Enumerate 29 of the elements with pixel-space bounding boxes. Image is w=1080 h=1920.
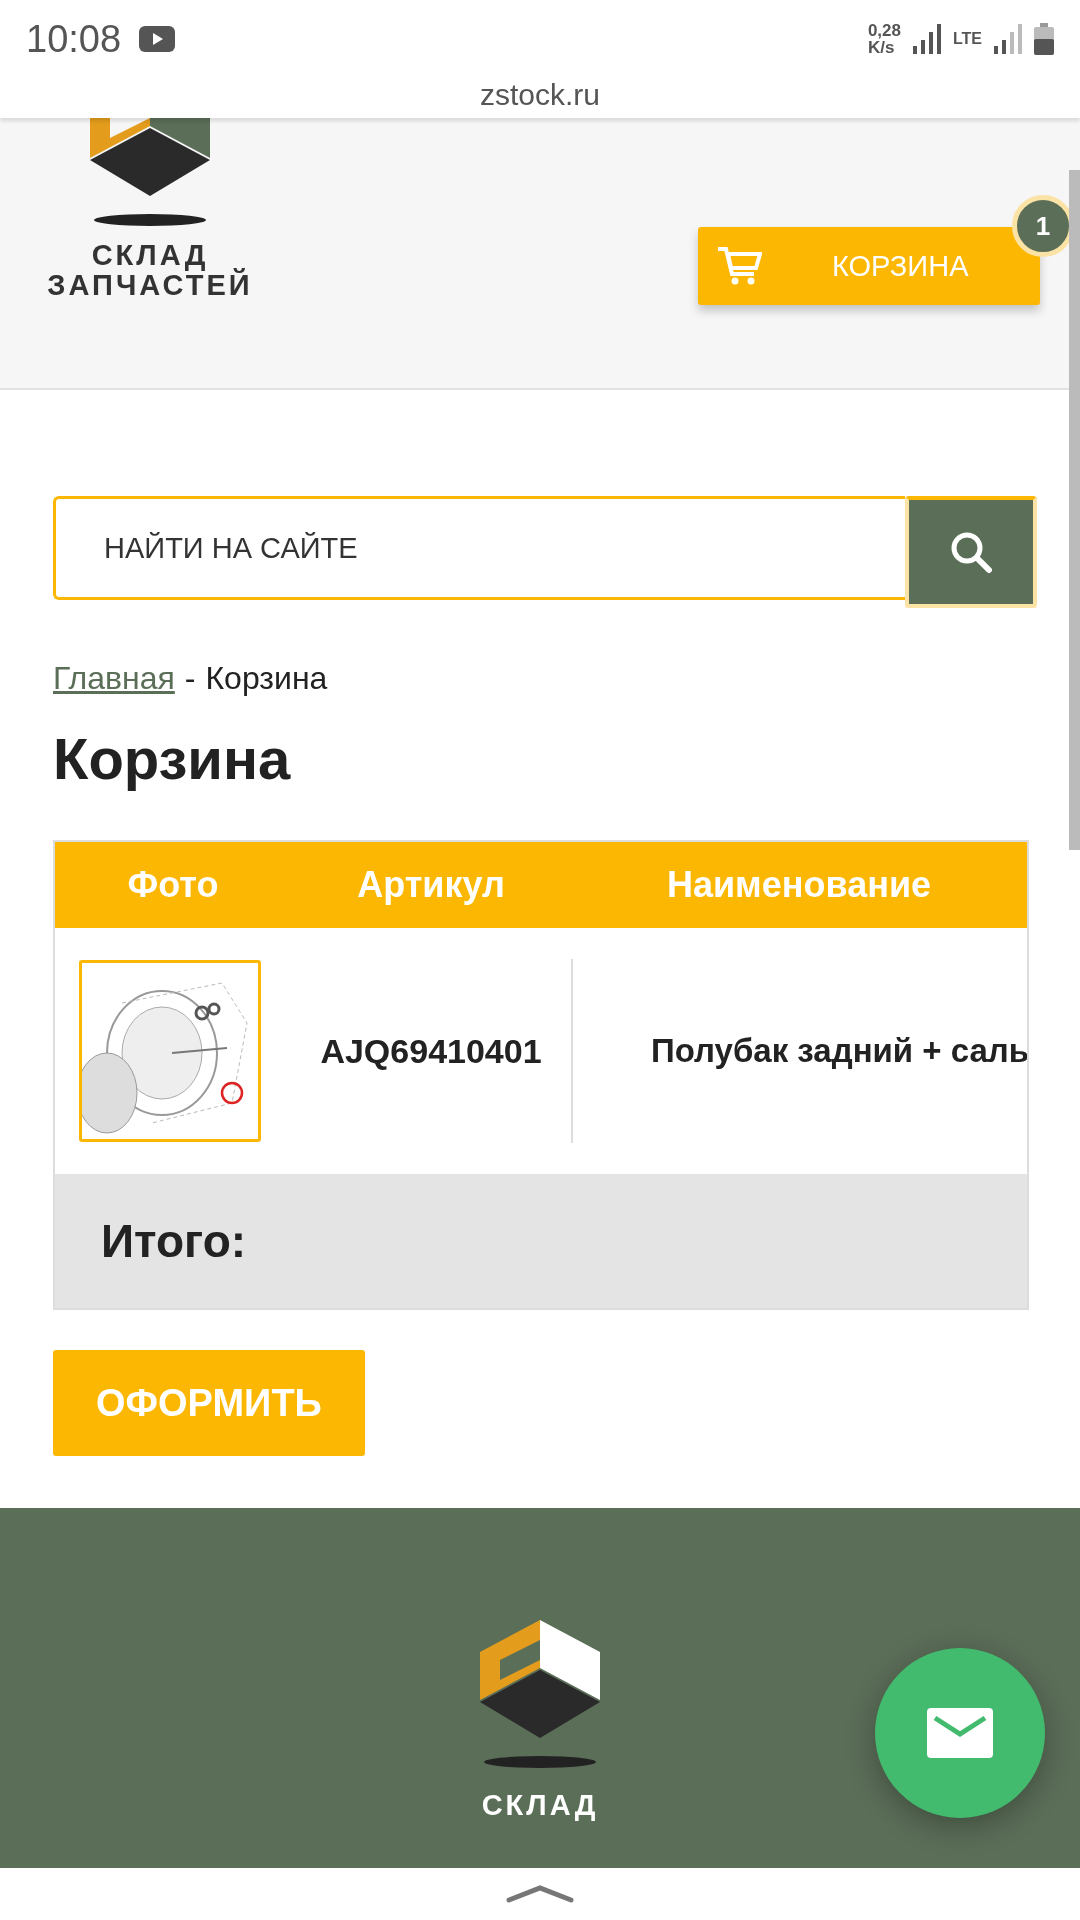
table-cell: Полубак задний + саль bbox=[651, 1032, 1027, 1070]
mail-icon bbox=[927, 1708, 993, 1758]
column-header: Артикул bbox=[356, 864, 506, 906]
page-title: Корзина bbox=[53, 725, 292, 792]
column-header: Фото bbox=[126, 864, 220, 906]
breadcrumb-current: Корзина bbox=[205, 660, 328, 697]
column-header: Наименование bbox=[665, 864, 933, 906]
logo-text: ЗАПЧАСТЕЙ bbox=[47, 270, 253, 300]
checkout-button[interactable]: ОФОРМИТЬ bbox=[53, 1350, 365, 1456]
cart-icon bbox=[716, 246, 762, 286]
clock: 10:08 bbox=[26, 17, 122, 61]
video-icon bbox=[139, 26, 176, 52]
breadcrumb-separator: - bbox=[184, 660, 196, 697]
search-button[interactable] bbox=[905, 496, 1037, 608]
total-label: Итого: bbox=[101, 1214, 247, 1268]
signal-icon bbox=[994, 24, 1022, 54]
chevron-up-icon bbox=[505, 1884, 575, 1904]
table-cell-text: AJQ69410401 bbox=[319, 1031, 543, 1071]
url-text: zstock.ru bbox=[480, 78, 600, 112]
breadcrumb-link[interactable]: Главная bbox=[53, 660, 175, 697]
network-type: LTE bbox=[952, 30, 982, 48]
scrollbar[interactable] bbox=[1069, 170, 1080, 850]
search-field[interactable]: НАЙТИ НА САЙТЕ bbox=[53, 496, 905, 600]
battery-icon bbox=[1034, 23, 1054, 55]
network-speed: 0,28 K/s bbox=[867, 22, 901, 56]
logo-text: СКЛАД bbox=[481, 1790, 599, 1820]
search-icon bbox=[949, 530, 993, 574]
logo-text: СКЛАД bbox=[91, 240, 209, 270]
signal-icon bbox=[912, 24, 941, 54]
